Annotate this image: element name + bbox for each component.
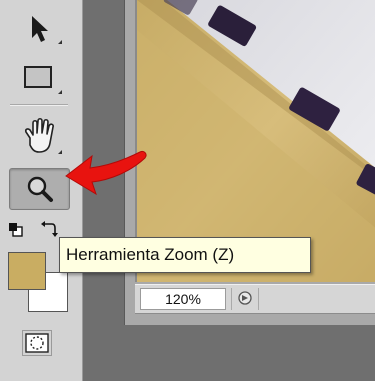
document-window: 120% — [124, 0, 375, 325]
default-colors-icon[interactable] — [8, 222, 24, 238]
zoom-tool-tooltip: Herramienta Zoom (Z) — [59, 237, 311, 273]
status-menu-icon — [238, 291, 252, 305]
swap-colors-icon[interactable] — [40, 220, 58, 238]
status-bar: 120% — [135, 284, 375, 314]
status-menu-button[interactable] — [231, 288, 259, 310]
arrow-cursor-icon — [32, 16, 62, 44]
magnifier-icon — [27, 176, 53, 202]
move-tool[interactable] — [8, 8, 68, 46]
toolbar-divider — [10, 104, 68, 106]
foreground-color-swatch[interactable] — [8, 252, 46, 290]
rectangle-icon — [24, 66, 62, 94]
zoom-tool[interactable] — [9, 168, 70, 210]
quick-mask-icon — [25, 333, 49, 353]
hand-tool[interactable] — [8, 116, 68, 154]
zoom-level-field[interactable]: 120% — [140, 288, 226, 310]
red-arrow-icon — [65, 151, 147, 196]
rectangular-marquee-tool[interactable] — [8, 58, 68, 96]
quick-mask-button[interactable] — [22, 330, 52, 356]
hand-icon — [25, 117, 62, 154]
